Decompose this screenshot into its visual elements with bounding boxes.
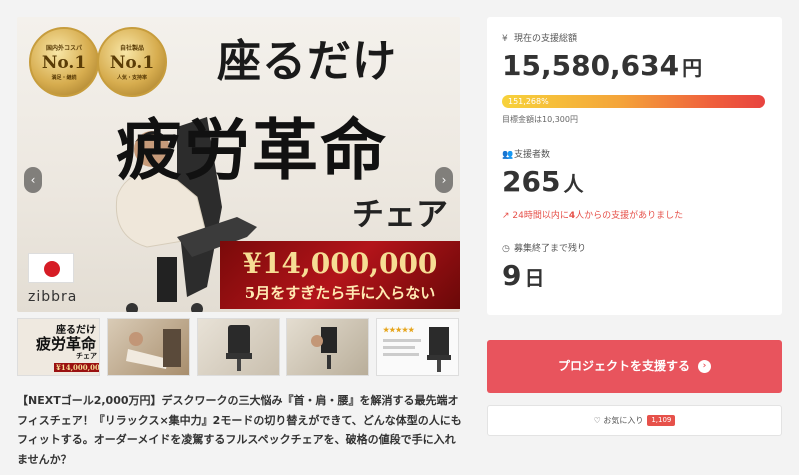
yen-icon: ¥ bbox=[502, 34, 508, 44]
headline-sitting: 座るだけ bbox=[217, 36, 397, 87]
amount-value: 15,580,634 円 bbox=[502, 49, 702, 82]
amount-number: 15,580,634 bbox=[502, 49, 680, 82]
people-icon: 👥 bbox=[502, 150, 514, 160]
price-banner: ¥14,000,000 5月をすぎたら手に入らない bbox=[220, 241, 460, 309]
remaining-label: ◷ 募集終了まで残り bbox=[502, 241, 586, 254]
progress-bar: 151,268% bbox=[502, 95, 765, 108]
recent-pre: 24時間以内に bbox=[512, 211, 569, 221]
award-badge-2: 自社製品 No.1 人気・支持率 bbox=[97, 27, 167, 97]
support-button-label: プロジェクトを支援する bbox=[557, 359, 690, 373]
favorite-label: お気に入り bbox=[603, 416, 644, 425]
amount-unit: 円 bbox=[682, 56, 703, 80]
award-badge-1: 国内外コスパ No.1 満足・継続 bbox=[29, 27, 99, 97]
thumbnail-2[interactable] bbox=[107, 318, 190, 376]
trend-up-icon: ↗ bbox=[502, 211, 513, 221]
chevron-right-icon: › bbox=[698, 360, 711, 373]
funding-stats-panel: ¥ 現在の支援総額 15,580,634 円 151,268% 目標金額は10,30… bbox=[487, 17, 782, 315]
thumbnail-4[interactable] bbox=[286, 318, 369, 376]
thumbnail-5[interactable]: ★★★★★ bbox=[376, 318, 459, 376]
badge-rank: No.1 bbox=[41, 53, 87, 73]
amount-label: ¥ 現在の支援総額 bbox=[502, 31, 577, 44]
badge-sub: 満足・継続 bbox=[51, 75, 77, 81]
remaining-unit: 日 bbox=[524, 266, 545, 290]
supporters-number: 265 bbox=[502, 165, 561, 198]
headline-fatigue-revolution: 疲労革命 bbox=[116, 111, 388, 189]
progress-percent: 151,268% bbox=[508, 97, 549, 106]
favorite-count: 1,109 bbox=[647, 415, 676, 426]
price-amount: ¥14,000,000 bbox=[242, 247, 438, 280]
thumbnail-strip: 座るだけ 疲労革命 チェア ¥14,000,000 ★★★★★ bbox=[17, 318, 460, 376]
supporters-label-text: 支援者数 bbox=[514, 150, 551, 160]
recent-support-note: ↗ 24時間以内に4人からの支援がありました bbox=[502, 208, 683, 221]
remaining-value: 9日 bbox=[502, 259, 544, 292]
badge-sub: 人気・支持率 bbox=[116, 75, 147, 81]
clock-icon: ◷ bbox=[502, 244, 510, 254]
project-main-image[interactable]: 国内外コスパ No.1 満足・継続 自社製品 No.1 人気・支持率 座るだけ … bbox=[17, 17, 460, 312]
remaining-label-text: 募集終了まで残り bbox=[514, 244, 587, 254]
badge-caption: 自社製品 bbox=[119, 45, 144, 52]
thumbnail-1[interactable]: 座るだけ 疲労革命 チェア ¥14,000,000 bbox=[17, 318, 100, 376]
project-description: 【NEXTゴール2,000万円】デスクワークの三大悩み『首・肩・腰』を解消する最… bbox=[17, 394, 462, 466]
thumb-text: ¥14,000,000 bbox=[54, 363, 99, 372]
thumb-text: チェア bbox=[76, 351, 97, 360]
favorite-button[interactable]: ♡ お気に入り 1,109 bbox=[487, 405, 782, 436]
support-project-button[interactable]: プロジェクトを支援する › bbox=[487, 340, 782, 393]
brand-logo: zibbra bbox=[28, 289, 78, 305]
supporters-label: 👥支援者数 bbox=[502, 147, 550, 160]
badge-caption: 国内外コスパ bbox=[45, 45, 82, 52]
remaining-number: 9 bbox=[502, 259, 522, 292]
recent-post: 人からの支援がありました bbox=[575, 211, 684, 221]
price-note: 5月をすぎたら手に入らない bbox=[244, 284, 436, 302]
supporters-unit: 人 bbox=[563, 172, 584, 196]
thumbnail-3[interactable] bbox=[197, 318, 280, 376]
heart-icon: ♡ bbox=[593, 416, 604, 425]
japan-flag-icon bbox=[28, 253, 74, 283]
goal-text: 目標金額は10,300円 bbox=[502, 115, 578, 124]
thumb-stars: ★★★★★ bbox=[383, 325, 415, 334]
headline-chair: チェア bbox=[352, 195, 449, 233]
prev-image-button[interactable]: ‹ bbox=[24, 167, 42, 193]
supporters-value: 265 人 bbox=[502, 165, 583, 198]
badge-rank: No.1 bbox=[109, 53, 155, 73]
next-image-button[interactable]: › bbox=[435, 167, 453, 193]
amount-label-text: 現在の支援総額 bbox=[514, 34, 578, 44]
